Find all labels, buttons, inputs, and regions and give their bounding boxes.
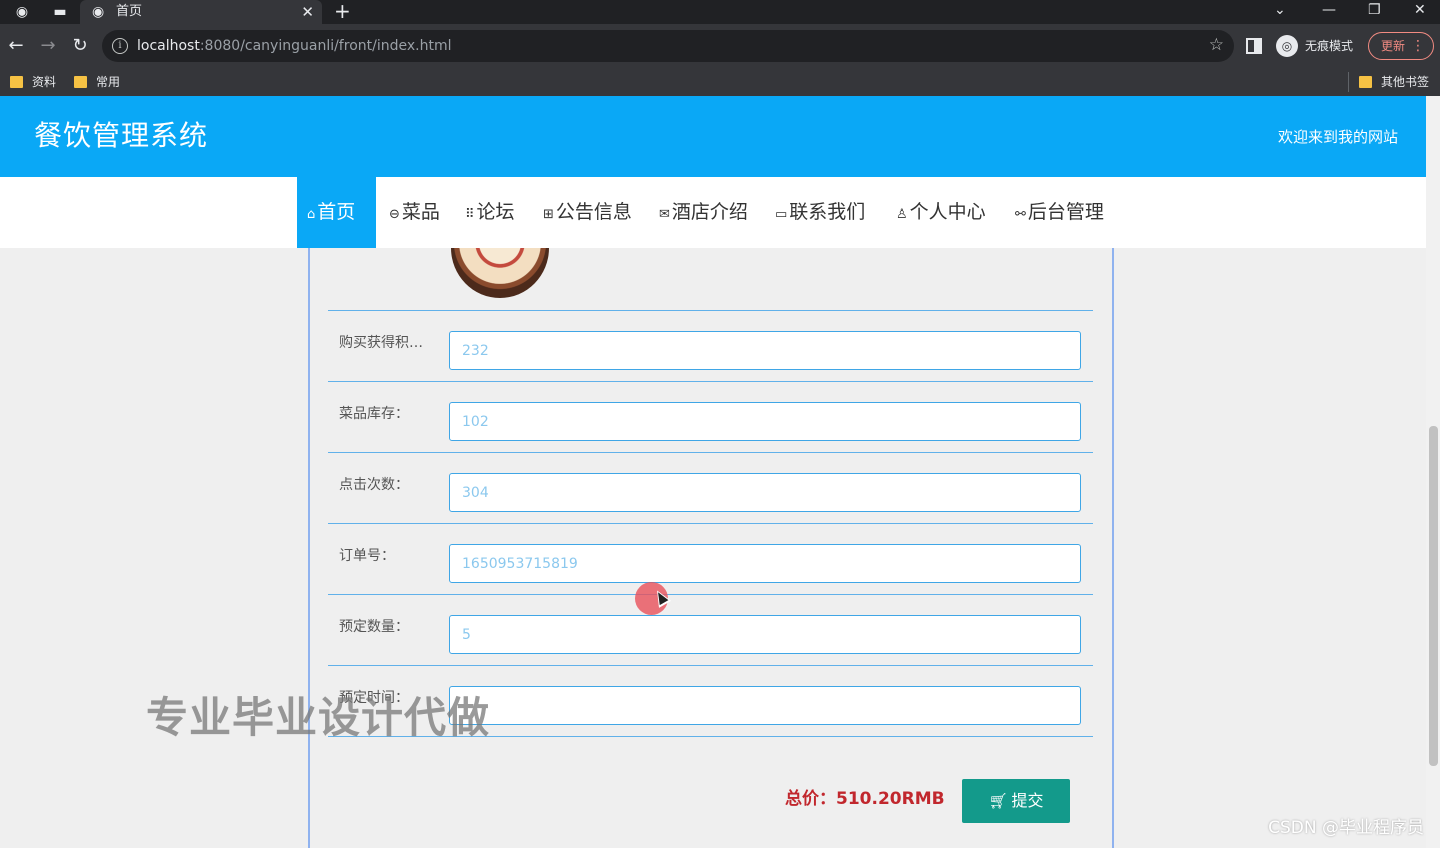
home-icon: ⌂ [307,207,316,222]
dish-photo [451,248,549,298]
mail-icon: ✉ [659,207,670,222]
order-number-field[interactable]: 1650953715819 [449,544,1081,583]
stock-value: 102 [462,414,489,430]
link-icon: ⚯ [1015,207,1026,222]
browser-tab[interactable]: ◉ 首页 ✕ [80,0,322,24]
folder-icon [10,76,23,88]
close-window-icon[interactable]: ✕ [1414,1,1426,19]
bookmarks-bar: 资料 常用 其他书签 [0,68,1440,96]
nav-item-hotel-intro[interactable]: ✉ 酒店介绍 [659,177,748,248]
form-divider [328,594,1093,595]
stock-label: 菜品库存： [339,406,409,422]
submit-button[interactable]: 🛒︎ 提交 [962,779,1070,823]
cart-icon: 🛒︎ [988,792,1008,810]
browser-tab-bar: ◉ ▬ ◉ 首页 ✕ + ⌄ — ❐ ✕ [0,0,1440,24]
minimize-icon[interactable]: — [1322,1,1336,19]
update-button[interactable]: 更新 ⋮ [1368,32,1434,60]
chevron-down-icon[interactable]: ⌄ [1274,1,1286,19]
forward-icon[interactable]: → [38,35,58,57]
form-divider [328,523,1093,524]
bookmark-label: 资料 [32,75,57,89]
quantity-label: 预定数量： [339,619,409,635]
new-tab-icon[interactable]: + [334,1,351,21]
folder-icon [74,76,87,88]
bookmark-separator [1348,72,1349,92]
reservation-time-field[interactable] [449,686,1081,725]
nav-item-forum[interactable]: ⠿ 论坛 [465,177,515,248]
scrollbar-thumb[interactable] [1429,426,1438,766]
welcome-text: 欢迎来到我的网站 [1277,128,1398,146]
csdn-watermark: CSDN @毕业程序员 [1268,818,1424,838]
nav-item-dishes[interactable]: ⊖ 菜品 [389,177,440,248]
nav-item-user-center[interactable]: ♙ 个人中心 [896,177,986,248]
bookmark-folder[interactable]: 资料 [10,73,56,91]
clicks-label: 点击次数： [339,477,409,493]
stock-field[interactable]: 102 [449,402,1081,441]
url-text[interactable]: localhost:8080/canyinguanli/front/index.… [137,37,451,55]
quantity-field[interactable]: 5 [449,615,1081,654]
update-label: 更新 [1381,39,1406,53]
main-nav: ⌂ 首页 ⊖ 菜品 ⠿ 论坛 ⊞ 公告信息 ✉ 酒店介绍 ▭ 联系我们 ♙ 个人中心 ⚯ 后台管… [0,177,1426,248]
clicks-value: 304 [462,485,489,501]
nav-item-notices[interactable]: ⊞ 公告信息 [543,177,632,248]
notice-icon: ⊞ [543,207,554,222]
menu-dots-icon[interactable]: ⋮ [1411,33,1425,59]
form-divider [328,452,1093,453]
points-field[interactable]: 232 [449,331,1081,370]
user-icon: ♙ [896,207,908,222]
forum-icon: ⠿ [465,207,475,222]
nav-item-contact[interactable]: ▭ 联系我们 [775,177,865,248]
nav-item-admin[interactable]: ⚯ 后台管理 [1015,177,1104,248]
side-panel-icon[interactable] [1246,38,1262,54]
book-icon: ▭ [775,207,788,222]
folder-icon [1359,76,1372,88]
points-label: 购买获得积分： [339,335,435,351]
globe-icon[interactable]: ◉ [14,4,30,20]
tab-title: 首页 [116,4,143,19]
quantity-value: 5 [462,627,471,643]
tab-search-icon[interactable]: ▬ [52,4,68,20]
globe-icon: ◉ [92,4,105,20]
total-price: 总价：510.20RMB [785,789,945,809]
order-number-label: 订单号： [339,548,395,564]
order-number-value: 1650953715819 [462,556,578,572]
clicks-field[interactable]: 304 [449,473,1081,512]
nav-item-home[interactable]: ⌂ 首页 [297,177,376,248]
form-divider [328,381,1093,382]
site-header: 餐饮管理系统 欢迎来到我的网站 [0,96,1426,177]
bookmark-folder[interactable]: 常用 [74,73,120,91]
submit-label: 提交 [1011,791,1044,810]
incognito-label: 无痕模式 [1305,39,1354,53]
dish-image [440,248,560,308]
bookmark-label: 常用 [96,75,121,89]
bookmark-star-icon[interactable]: ☆ [1209,35,1224,55]
reload-icon[interactable]: ↻ [70,35,90,57]
site-title: 餐饮管理系统 [34,119,209,152]
incognito-icon[interactable]: ◎ [1276,35,1298,57]
watermark-text: 专业毕业设计代做 [146,693,491,742]
restore-icon[interactable]: ❐ [1368,1,1381,19]
points-value: 232 [462,343,489,359]
close-icon[interactable]: ✕ [301,3,314,21]
info-icon[interactable]: i [112,38,128,54]
other-bookmarks[interactable]: 其他书签 [1359,73,1429,91]
back-icon[interactable]: ← [6,35,26,57]
form-divider [328,665,1093,666]
form-divider [328,310,1093,311]
dish-icon: ⊖ [389,207,400,222]
address-bar[interactable]: i localhost:8080/canyinguanli/front/inde… [102,30,1234,62]
browser-toolbar: ← → ↻ i localhost:8080/canyinguanli/fron… [0,24,1440,68]
bookmark-label: 其他书签 [1381,75,1430,89]
